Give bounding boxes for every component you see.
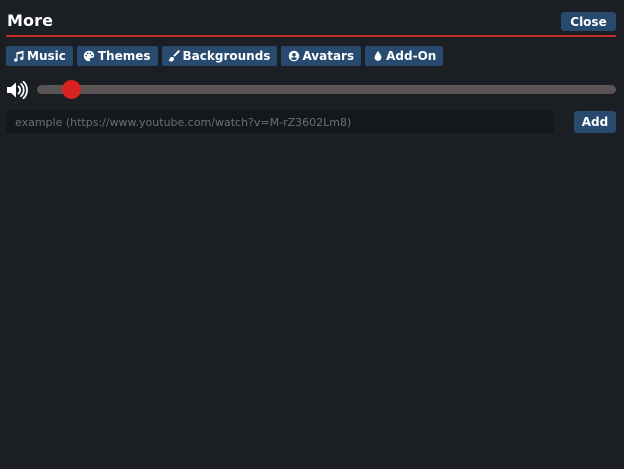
user-circle-icon	[287, 50, 300, 63]
tab-add-on-label: Add-On	[386, 49, 437, 63]
tab-music[interactable]: Music	[6, 46, 73, 66]
more-panel: More Close Music Themes Backgrounds Avat…	[0, 0, 624, 469]
panel-header: More Close	[6, 8, 616, 36]
paintbrush-icon	[168, 50, 181, 63]
tab-themes-label: Themes	[97, 49, 151, 63]
tab-music-label: Music	[27, 49, 66, 63]
youtube-url-input[interactable]	[6, 111, 554, 133]
drop-icon	[371, 50, 384, 63]
add-button[interactable]: Add	[574, 111, 616, 133]
volume-icon[interactable]	[6, 80, 28, 100]
tab-avatars-label: Avatars	[302, 49, 355, 63]
volume-control	[6, 80, 616, 100]
close-button[interactable]: Close	[561, 12, 616, 31]
header-divider	[6, 35, 616, 37]
tab-backgrounds[interactable]: Backgrounds	[161, 46, 278, 66]
tab-themes[interactable]: Themes	[76, 46, 158, 66]
music-icon	[12, 50, 25, 63]
panel-title: More	[7, 11, 54, 30]
tab-add-on[interactable]: Add-On	[365, 46, 444, 66]
tab-backgrounds-label: Backgrounds	[182, 49, 271, 63]
volume-slider-track[interactable]	[37, 80, 616, 99]
tab-bar: Music Themes Backgrounds Avatars Add-On	[6, 46, 444, 66]
palette-icon	[83, 50, 96, 63]
tab-avatars[interactable]: Avatars	[281, 46, 362, 66]
volume-slider-thumb[interactable]	[61, 80, 81, 99]
